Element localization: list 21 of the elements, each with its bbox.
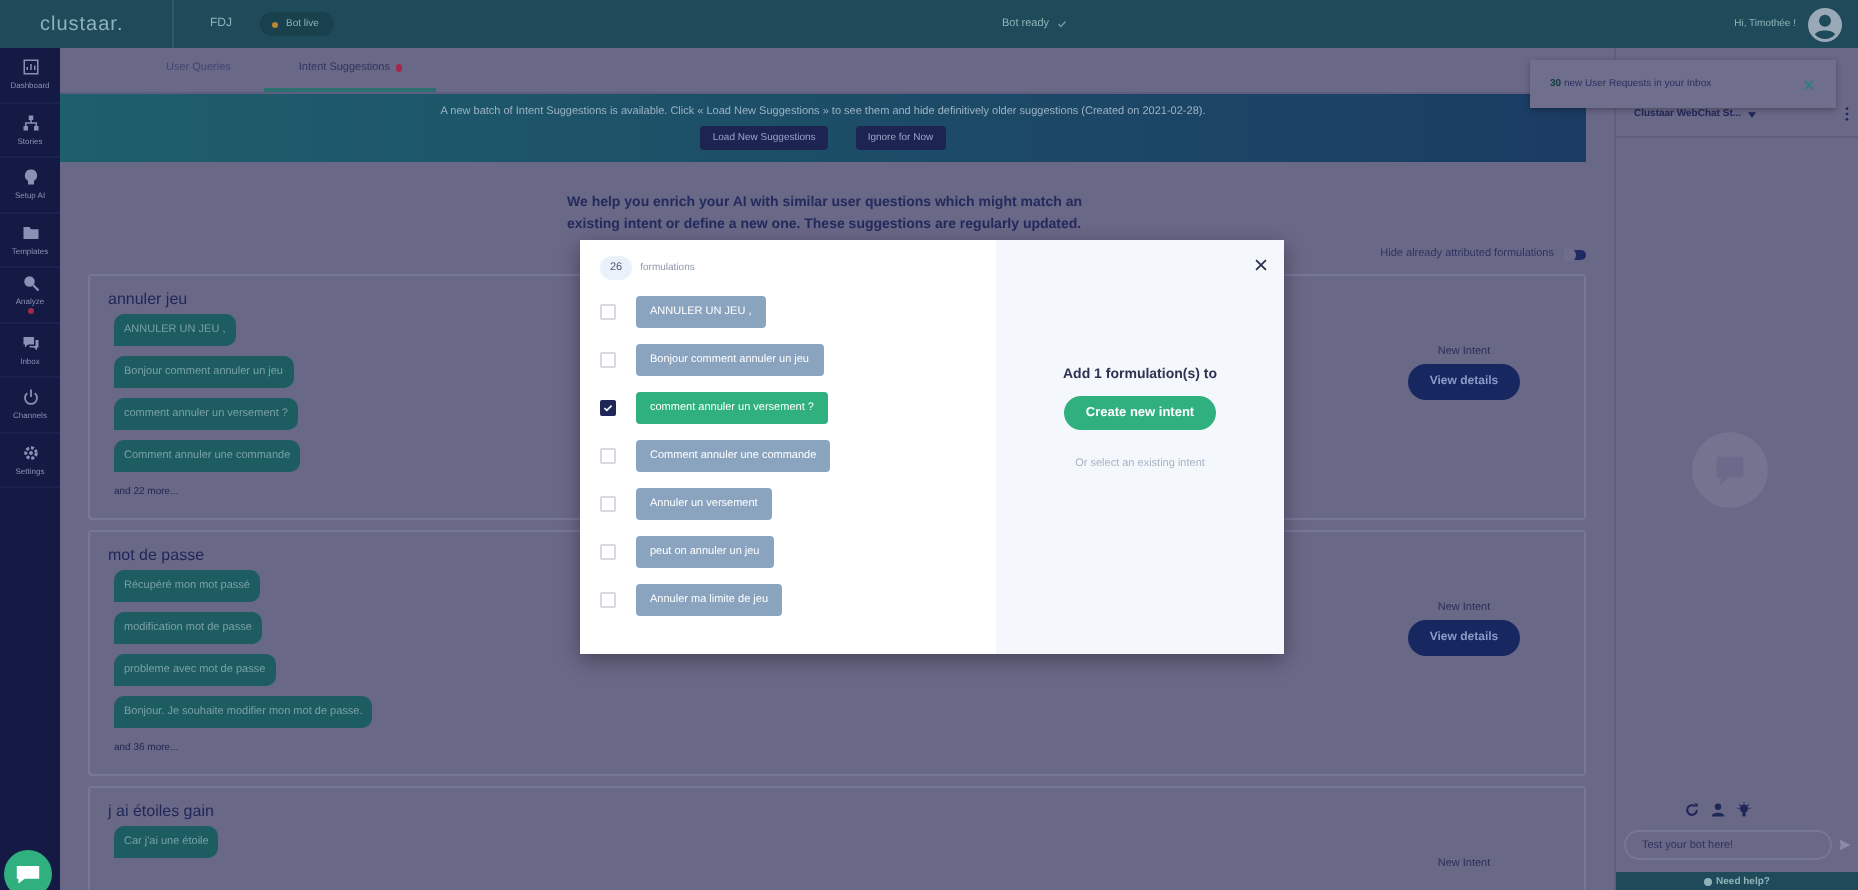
more-icon[interactable]: [1844, 106, 1850, 122]
folder-icon: [21, 223, 39, 242]
card-title: j ai étoiles gain: [108, 802, 214, 820]
close-icon[interactable]: [1254, 258, 1268, 272]
chat-icon: [21, 333, 39, 352]
avatar-icon[interactable]: [1808, 7, 1842, 41]
chat-button[interactable]: [4, 850, 52, 890]
user-icon[interactable]: [1709, 802, 1725, 818]
check-icon: [1055, 18, 1068, 30]
toggle-switch[interactable]: [1562, 249, 1586, 259]
stories-icon: [21, 113, 39, 132]
lightbulb-icon[interactable]: [1735, 802, 1751, 818]
card-title: mot de passe: [108, 546, 205, 564]
card-title: annuler jeu: [108, 290, 188, 308]
dashboard-icon: [21, 58, 39, 77]
send-icon[interactable]: [1838, 838, 1852, 852]
search-icon: [21, 274, 39, 293]
power-icon: [21, 388, 39, 407]
refresh-icon[interactable]: [1683, 802, 1699, 818]
logo: clustaar.: [40, 13, 126, 35]
checkbox[interactable]: [600, 400, 616, 416]
